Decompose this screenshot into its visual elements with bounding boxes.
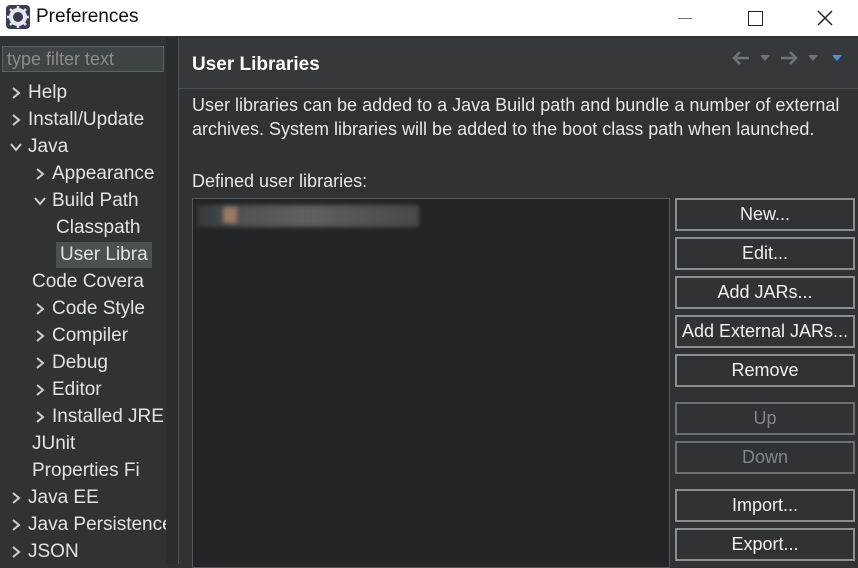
close-icon: [817, 10, 833, 26]
page-title: User Libraries: [192, 54, 320, 75]
tree-item[interactable]: JUnit: [32, 431, 166, 457]
chevron-down-icon[interactable]: [8, 134, 24, 160]
forward-arrow-icon[interactable]: [778, 48, 800, 68]
chevron-right-icon[interactable]: [8, 539, 24, 565]
tree-item-label: Editor: [52, 379, 102, 400]
preferences-navigation-pane: Help Install/Update Java Appearance Build Pa…: [0, 38, 178, 564]
tree-item-label: Help: [28, 82, 68, 103]
tree-item-label: Compiler: [52, 325, 129, 346]
add-external-jars-button[interactable]: Add External JARs...: [675, 315, 855, 348]
tree-item-label: Java: [28, 136, 69, 157]
back-menu-chevron-icon[interactable]: [754, 48, 776, 68]
tree-item[interactable]: Code Style: [32, 296, 166, 322]
tree-item-label: Java Persistence: [28, 514, 166, 535]
tree-item-label: Install/Update: [28, 109, 145, 130]
history-nav: [730, 48, 848, 68]
chevron-right-icon[interactable]: [8, 485, 24, 511]
title-bar: Preferences: [0, 0, 858, 36]
minimize-icon: [678, 17, 692, 19]
new-button[interactable]: New...: [675, 198, 855, 231]
header-separator: [179, 88, 858, 89]
tree-item-label: Debug: [52, 352, 108, 373]
tree-item-label: Installed JRE: [52, 406, 164, 427]
preference-page: User Libraries User libraries can be add…: [179, 38, 858, 568]
chevron-right-icon[interactable]: [32, 296, 48, 322]
tree-item[interactable]: Install/Update: [8, 107, 166, 133]
tree-item[interactable]: Appearance: [32, 161, 166, 187]
tree-item-label: Java EE: [28, 487, 99, 508]
down-button[interactable]: Down: [675, 441, 855, 474]
maximize-button[interactable]: [725, 0, 785, 36]
tree-item[interactable]: Java: [8, 134, 166, 160]
back-arrow-icon[interactable]: [730, 48, 752, 68]
import-button[interactable]: Import...: [675, 489, 855, 522]
chevron-right-icon[interactable]: [32, 404, 48, 430]
defined-libraries-label: Defined user libraries:: [192, 171, 368, 191]
tree-item[interactable]: User Libra: [56, 242, 166, 268]
tree-item-label: Appearance: [52, 163, 155, 184]
chevron-right-icon[interactable]: [8, 80, 24, 106]
tree-item-label: Properties Fi: [32, 460, 140, 481]
chevron-right-icon[interactable]: [32, 323, 48, 349]
tree-item[interactable]: JSON: [8, 539, 166, 565]
chevron-right-icon[interactable]: [8, 512, 24, 538]
up-button[interactable]: Up: [675, 402, 855, 435]
tree-item[interactable]: Help: [8, 80, 166, 106]
tree-item[interactable]: Java EE: [8, 485, 166, 511]
tree-item-label: Code Covera: [32, 271, 144, 292]
tree-item[interactable]: Installed JRE: [32, 404, 166, 430]
tree-item[interactable]: Editor: [32, 377, 166, 403]
window-title: Preferences: [36, 6, 139, 27]
page-description: User libraries can be added to a Java Bu…: [192, 95, 840, 139]
tree-item-label: Code Style: [52, 298, 145, 319]
minimize-button[interactable]: [655, 0, 715, 36]
forward-menu-chevron-icon[interactable]: [802, 48, 824, 68]
chevron-down-icon[interactable]: [32, 188, 48, 214]
eclipse-app-icon: [6, 5, 30, 29]
tree-item[interactable]: Code Covera: [32, 269, 166, 295]
pane-splitter[interactable]: [166, 38, 178, 564]
tree-item[interactable]: Debug: [32, 350, 166, 376]
close-button[interactable]: [795, 0, 855, 36]
tree-item-label: Classpath: [56, 217, 141, 238]
remove-button[interactable]: Remove: [675, 354, 855, 387]
chevron-right-icon[interactable]: [32, 377, 48, 403]
export-button[interactable]: Export...: [675, 528, 855, 561]
library-icon: [223, 207, 237, 223]
tree-item-label: Build Path: [52, 190, 139, 211]
add-jars-button[interactable]: Add JARs...: [675, 276, 855, 309]
tree-item[interactable]: Java Persistence: [8, 512, 166, 538]
user-libraries-list[interactable]: [192, 198, 670, 568]
tree-item[interactable]: Classpath: [56, 215, 166, 241]
maximize-icon: [747, 10, 763, 26]
chevron-right-icon[interactable]: [32, 350, 48, 376]
chevron-right-icon[interactable]: [8, 107, 24, 133]
tree-item[interactable]: Build Path: [32, 188, 166, 214]
filter-input[interactable]: [2, 46, 164, 72]
tree-item[interactable]: Properties Fi: [32, 458, 166, 484]
tree-item-label: User Libra: [56, 242, 152, 268]
page-header: User Libraries: [179, 38, 858, 88]
edit-button[interactable]: Edit...: [675, 237, 855, 270]
tree-item-label: JUnit: [32, 433, 76, 454]
tree-item[interactable]: Compiler: [32, 323, 166, 349]
chevron-right-icon[interactable]: [32, 161, 48, 187]
view-menu-icon[interactable]: [826, 48, 848, 68]
tree-item-label: JSON: [28, 541, 79, 562]
